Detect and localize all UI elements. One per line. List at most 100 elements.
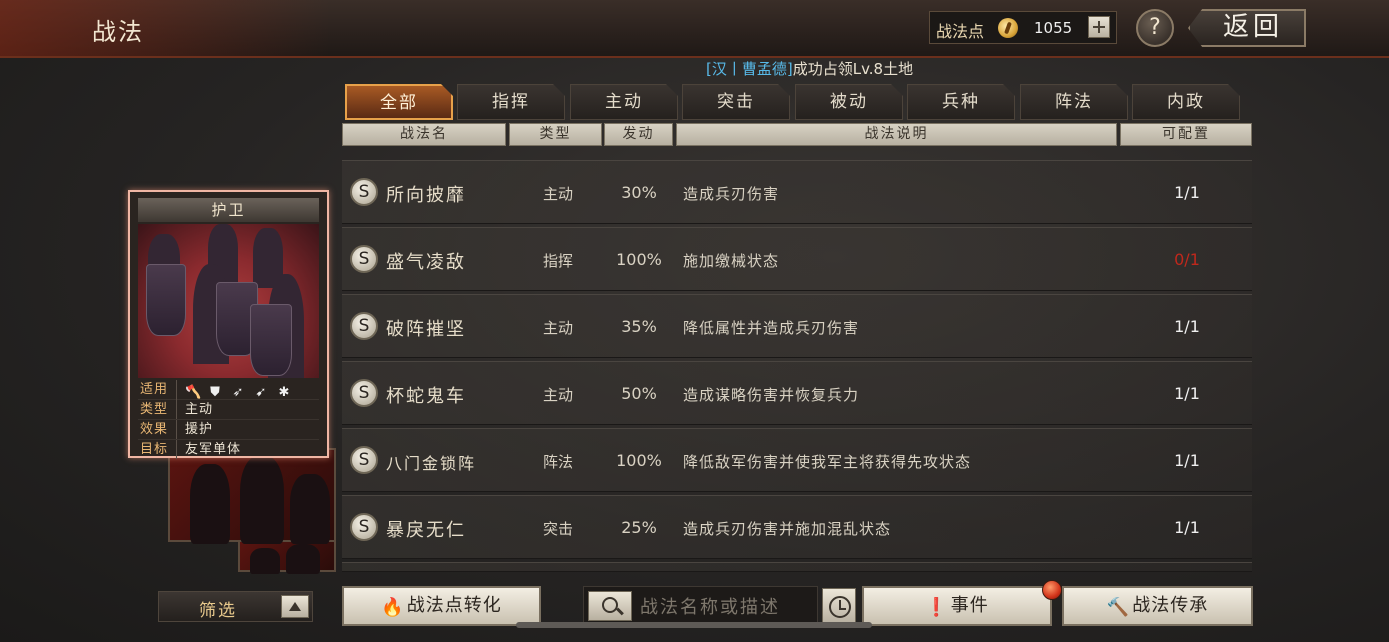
tactic-row[interactable]: S 破阵摧坚 主动 35% 降低属性并造成兵刃伤害 1/1 xyxy=(342,294,1252,358)
tactic-row[interactable]: S 八门金锁阵 阵法 100% 降低敌军伤害并使我军主将获得先攻状态 1/1 xyxy=(342,428,1252,492)
column-header-description: 战法说明 xyxy=(676,123,1117,146)
effect-label: 效果 xyxy=(140,422,169,437)
tactic-row[interactable]: S 暴戾无仁 突击 25% 造成兵刃伤害并施加混乱状态 1/1 xyxy=(342,495,1252,559)
s-rank-badge: S xyxy=(350,379,378,407)
tactic-card-stack-middle[interactable] xyxy=(168,448,336,544)
tactic-description: 降低敌军伤害并使我军主将获得先攻状态 xyxy=(683,453,972,471)
tactic-list[interactable]: S 所向披靡 主动 30% 造成兵刃伤害 1/1 S 盛气凌敌 指挥 100% … xyxy=(342,160,1252,572)
filter-label: 筛选 xyxy=(199,601,237,621)
search-icon[interactable] xyxy=(588,591,632,621)
type-value: 主动 xyxy=(176,400,213,419)
inherit-tactic-label: 战法传承 xyxy=(1132,595,1209,616)
card-info: 适用 🪓 ⛊ ➶ ➹ ✱ 类型 主动 效果 援护 目标 友军单体 xyxy=(138,380,319,459)
column-header-rate[interactable]: 发动 xyxy=(604,123,673,146)
s-rank-badge: S xyxy=(350,446,378,474)
shield-figure xyxy=(146,264,186,336)
hammer-icon: 🔨 xyxy=(1106,597,1131,618)
search-bar xyxy=(583,586,818,626)
back-button[interactable]: 返回 xyxy=(1188,9,1306,47)
help-button[interactable]: ? xyxy=(1136,9,1174,47)
tactic-rate: 100% xyxy=(616,451,662,470)
home-indicator[interactable] xyxy=(516,622,872,628)
tab-command[interactable]: 指挥 xyxy=(457,84,565,120)
tactic-configurable: 1/1 xyxy=(1174,451,1200,470)
tactic-row-partial xyxy=(342,562,1252,572)
tactic-type: 主动 xyxy=(542,185,573,203)
tactic-row[interactable]: S 杯蛇鬼车 主动 50% 造成谋略伤害并恢复兵力 1/1 xyxy=(342,361,1252,425)
tactic-points-value: 1055 xyxy=(1034,19,1073,37)
tactic-type: 指挥 xyxy=(542,252,573,270)
s-rank-badge: S xyxy=(350,513,378,541)
tactic-name: 所向披靡 xyxy=(386,185,466,206)
search-input[interactable] xyxy=(638,591,818,623)
wheel-icon: ✱ xyxy=(278,385,291,400)
card-art-silhouette xyxy=(286,544,320,574)
events-button[interactable]: ❗ 事件 xyxy=(862,586,1052,626)
flame-icon: 🔥 xyxy=(381,597,405,618)
card-effect-row: 效果 援护 xyxy=(138,420,319,440)
card-target-row: 目标 友军单体 xyxy=(138,440,319,459)
tactic-card-stack-back[interactable] xyxy=(238,540,336,574)
column-header-name[interactable]: 战法名 xyxy=(342,123,506,146)
tactic-points-panel: 战法点 1055 xyxy=(929,11,1117,44)
tactic-name: 杯蛇鬼车 xyxy=(386,386,466,407)
tactic-rate: 100% xyxy=(616,250,662,269)
spear-icon: ➹ xyxy=(255,385,268,400)
tactic-type: 主动 xyxy=(542,319,573,337)
tactic-name: 八门金锁阵 xyxy=(386,454,477,473)
page-title: 战法 xyxy=(92,18,144,46)
tactic-description: 造成兵刃伤害并施加混乱状态 xyxy=(683,520,892,538)
column-header-type[interactable]: 类型 xyxy=(509,123,602,146)
tactic-type: 突击 xyxy=(542,520,573,538)
column-header-configurable[interactable]: 可配置 xyxy=(1120,123,1252,146)
tab-active[interactable]: 主动 xyxy=(570,84,678,120)
tactic-name: 盛气凌敌 xyxy=(386,252,466,273)
card-art-silhouette xyxy=(190,464,230,544)
selected-tactic-card[interactable]: 护卫 适用 🪓 ⛊ ➶ ➹ ✱ 类型 主动 效果 援护 目标 友军单体 xyxy=(128,190,329,459)
filter-expand-button[interactable] xyxy=(281,595,309,618)
event-alert-icon: ❗ xyxy=(925,597,949,618)
tab-all[interactable]: 全部 xyxy=(345,84,453,120)
events-label: 事件 xyxy=(950,595,989,616)
filter-control[interactable]: 筛选 xyxy=(158,591,313,622)
tactic-description: 造成兵刃伤害 xyxy=(683,185,780,203)
tactic-rate: 30% xyxy=(621,183,657,202)
convert-points-button[interactable]: 🔥 战法点转化 xyxy=(342,586,541,626)
add-points-button[interactable] xyxy=(1088,16,1110,38)
shield-figure xyxy=(250,304,292,376)
s-rank-badge: S xyxy=(350,245,378,273)
tactic-row[interactable]: S 盛气凌敌 指挥 100% 施加缴械状态 0/1 xyxy=(342,227,1252,291)
type-label: 类型 xyxy=(140,402,169,417)
tactic-row[interactable]: S 所向披靡 主动 30% 造成兵刃伤害 1/1 xyxy=(342,160,1252,224)
tactic-description: 施加缴械状态 xyxy=(683,252,780,270)
card-art-silhouette xyxy=(290,474,330,544)
history-clock-icon[interactable] xyxy=(822,588,856,624)
tactic-description: 降低属性并造成兵刃伤害 xyxy=(683,319,860,337)
card-art-silhouette xyxy=(250,548,280,574)
tab-passive[interactable]: 被动 xyxy=(795,84,903,120)
tactic-configurable: 0/1 xyxy=(1174,250,1200,269)
tactic-configurable: 1/1 xyxy=(1174,183,1200,202)
tactic-description: 造成谋略伤害并恢复兵力 xyxy=(683,386,860,404)
inherit-tactic-button[interactable]: 🔨 战法传承 xyxy=(1062,586,1253,626)
card-title: 护卫 xyxy=(138,198,319,222)
tactic-rate: 50% xyxy=(621,384,657,403)
tab-formation[interactable]: 阵法 xyxy=(1020,84,1128,120)
tab-troop-type[interactable]: 兵种 xyxy=(907,84,1015,120)
top-bar: 战法 战法点 1055 ? 返回 xyxy=(0,0,1389,58)
bow-icon: ➶ xyxy=(232,385,245,400)
tab-assault[interactable]: 突击 xyxy=(682,84,790,120)
target-value: 友军单体 xyxy=(176,440,241,459)
shield-icon: ⛊ xyxy=(210,385,221,400)
s-rank-badge: S xyxy=(350,312,378,340)
card-art-silhouette xyxy=(240,456,284,544)
event-notice: [汉丨曹孟德]成功占领Lv.8土地 xyxy=(706,58,913,79)
notification-dot xyxy=(1042,580,1062,600)
target-label: 目标 xyxy=(140,442,169,457)
axe-icon: 🪓 xyxy=(185,385,203,400)
card-applies-row: 适用 🪓 ⛊ ➶ ➹ ✱ xyxy=(138,380,319,400)
tactic-configurable: 1/1 xyxy=(1174,384,1200,403)
tab-internal-affairs[interactable]: 内政 xyxy=(1132,84,1240,120)
tactic-name: 暴戾无仁 xyxy=(386,520,466,541)
title-glow xyxy=(0,0,330,56)
